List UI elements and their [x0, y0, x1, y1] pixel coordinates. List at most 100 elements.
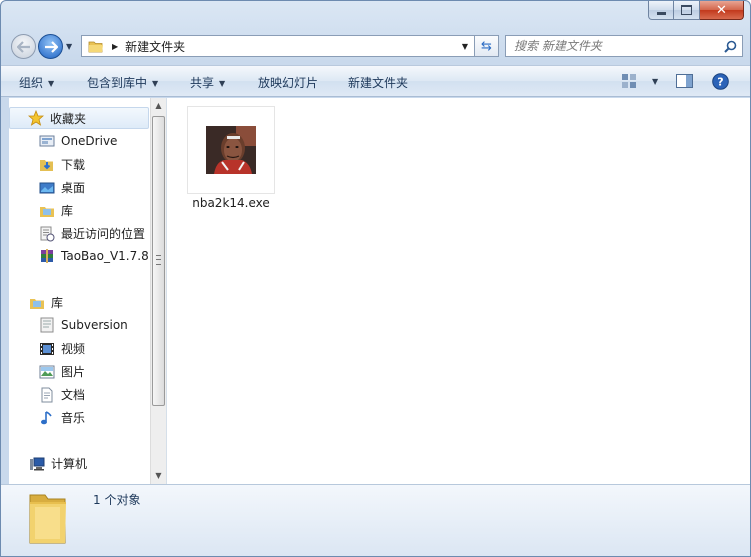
close-button[interactable]: ✕ — [700, 1, 744, 20]
file-list[interactable]: nba2k14.exe — [167, 98, 750, 484]
navigation-scrollbar[interactable]: ▲ ▼ — [150, 98, 166, 484]
recent-pages-dropdown[interactable]: ▼ — [66, 42, 72, 51]
view-icon — [622, 74, 636, 88]
sidebar-item-label: TaoBao_V1.7.8. — [61, 249, 153, 263]
scrollbar-thumb[interactable] — [152, 116, 165, 406]
minimize-icon — [656, 11, 666, 15]
library-folder-icon — [30, 298, 44, 309]
sidebar-libraries[interactable]: 库 — [29, 294, 63, 311]
picture-icon — [39, 365, 55, 378]
scroll-down-arrow-icon[interactable]: ▼ — [151, 468, 166, 484]
organize-menu[interactable]: 组织 ▼ — [19, 74, 54, 91]
breadcrumb-separator[interactable]: ▶ — [112, 42, 118, 51]
navigation-pane: 收藏夹 OneDrive 下载 桌面 库 最近访问的位置 TaoBao_V1.7… — [9, 98, 167, 484]
file-name: nba2k14.exe — [192, 196, 270, 210]
music-note-icon — [41, 410, 52, 424]
search-box — [505, 35, 743, 57]
address-row: ▼ ▶ 新建文件夹 ▼ ⇆ — [9, 33, 743, 61]
subversion-icon — [40, 317, 54, 333]
star-icon — [28, 110, 44, 126]
scroll-up-arrow-icon[interactable]: ▲ — [151, 98, 166, 114]
sidebar-computer-label: 计算机 — [51, 457, 88, 471]
slideshow-button[interactable]: 放映幻灯片 — [258, 74, 318, 91]
forward-button[interactable] — [38, 34, 63, 59]
sidebar-item-label: 最近访问的位置 — [61, 227, 146, 241]
back-arrow-icon — [16, 40, 30, 53]
player-portrait-icon — [206, 126, 256, 174]
sidebar-item-videos[interactable]: 视频 — [39, 340, 85, 357]
chevron-down-icon: ▼ — [219, 79, 226, 88]
minimize-button[interactable] — [648, 1, 674, 20]
chevron-down-icon: ▼ — [652, 77, 659, 86]
address-dropdown-icon[interactable]: ▼ — [462, 42, 468, 51]
sidebar-item-taobao[interactable]: TaoBao_V1.7.8. — [39, 248, 153, 264]
sidebar-item-label: 文档 — [61, 388, 86, 402]
view-options-dropdown[interactable]: ▼ — [647, 74, 658, 88]
folder-icon — [29, 494, 66, 544]
sidebar-computer[interactable]: 计算机 — [29, 455, 87, 472]
sidebar-item-pictures[interactable]: 图片 — [39, 363, 85, 380]
chevron-down-icon: ▼ — [48, 79, 55, 88]
sidebar-favorites-label: 收藏夹 — [50, 111, 87, 126]
details-pane: 1 个对象 — [1, 484, 750, 556]
share-menu[interactable]: 共享 ▼ — [190, 74, 225, 91]
help-icon: ? — [712, 73, 729, 90]
svg-text:?: ? — [717, 76, 723, 89]
sidebar-item-label: 桌面 — [61, 181, 86, 195]
item-count: 1 个对象 — [93, 493, 141, 507]
close-icon: ✕ — [716, 2, 727, 18]
onedrive-icon — [39, 135, 55, 147]
sidebar-item-label: 库 — [61, 204, 74, 218]
sidebar-item-documents[interactable]: 文档 — [39, 386, 85, 403]
sidebar-item-subversion[interactable]: Subversion — [39, 317, 128, 333]
sidebar-item-label: 音乐 — [61, 411, 86, 425]
refresh-button[interactable]: ⇆ — [475, 35, 499, 57]
organize-label: 组织 — [19, 76, 44, 90]
help-button[interactable]: ? — [712, 73, 729, 93]
new-folder-button[interactable]: 新建文件夹 — [348, 74, 408, 91]
include-library-menu[interactable]: 包含到库中 ▼ — [87, 74, 158, 91]
chevron-down-icon: ▼ — [152, 79, 159, 88]
refresh-icon: ⇆ — [481, 38, 492, 54]
sidebar-libraries-label: 库 — [51, 296, 64, 310]
sidebar-item-onedrive[interactable]: OneDrive — [39, 133, 117, 149]
archive-icon — [41, 249, 53, 263]
search-input[interactable] — [512, 38, 716, 54]
folder-icon — [88, 41, 103, 53]
preview-pane-icon — [676, 74, 693, 88]
sidebar-item-label: 视频 — [61, 342, 86, 356]
sidebar-item-label: 图片 — [61, 365, 86, 379]
breadcrumb-folder[interactable]: 新建文件夹 — [125, 38, 462, 55]
window-caption-buttons: ✕ — [648, 1, 744, 20]
forward-arrow-icon — [44, 40, 58, 53]
sidebar-item-library[interactable]: 库 — [39, 202, 73, 219]
video-icon — [40, 342, 54, 355]
sidebar-item-desktop[interactable]: 桌面 — [39, 179, 85, 196]
computer-icon — [30, 457, 45, 470]
desktop-icon — [39, 182, 55, 193]
change-view-button[interactable] — [621, 73, 637, 92]
command-bar: 组织 ▼ 包含到库中 ▼ 共享 ▼ 放映幻灯片 新建文件夹 ▼ ? — [1, 65, 750, 97]
preview-pane-button[interactable] — [676, 73, 693, 92]
sidebar-item-label: 下载 — [61, 158, 86, 172]
include-library-label: 包含到库中 — [87, 76, 148, 90]
maximize-button[interactable] — [674, 1, 700, 20]
search-icon[interactable] — [724, 40, 737, 53]
sidebar-item-recent-places[interactable]: 最近访问的位置 — [39, 225, 145, 242]
address-bar[interactable]: ▶ 新建文件夹 ▼ — [81, 35, 475, 57]
sidebar-item-downloads[interactable]: 下载 — [39, 156, 85, 173]
library-folder-icon — [40, 206, 54, 217]
sidebar-item-music[interactable]: 音乐 — [39, 409, 85, 426]
share-label: 共享 — [190, 76, 215, 90]
recent-places-icon — [40, 226, 55, 241]
file-thumbnail — [187, 106, 275, 194]
sidebar-item-label: OneDrive — [61, 134, 118, 148]
back-button[interactable] — [11, 34, 36, 59]
explorer-window: ✕ ▼ ▶ 新建文件夹 ▼ ⇆ 搜索 新建文件夹 组织 ▼ 包含到库中 ▼ 共享… — [0, 0, 751, 557]
sidebar-item-label: Subversion — [61, 318, 128, 332]
downloads-folder-icon — [40, 159, 53, 171]
sidebar-favorites[interactable]: 收藏夹 — [9, 107, 149, 129]
grip-icon — [156, 255, 161, 265]
maximize-icon — [681, 5, 692, 15]
document-icon — [41, 387, 53, 402]
